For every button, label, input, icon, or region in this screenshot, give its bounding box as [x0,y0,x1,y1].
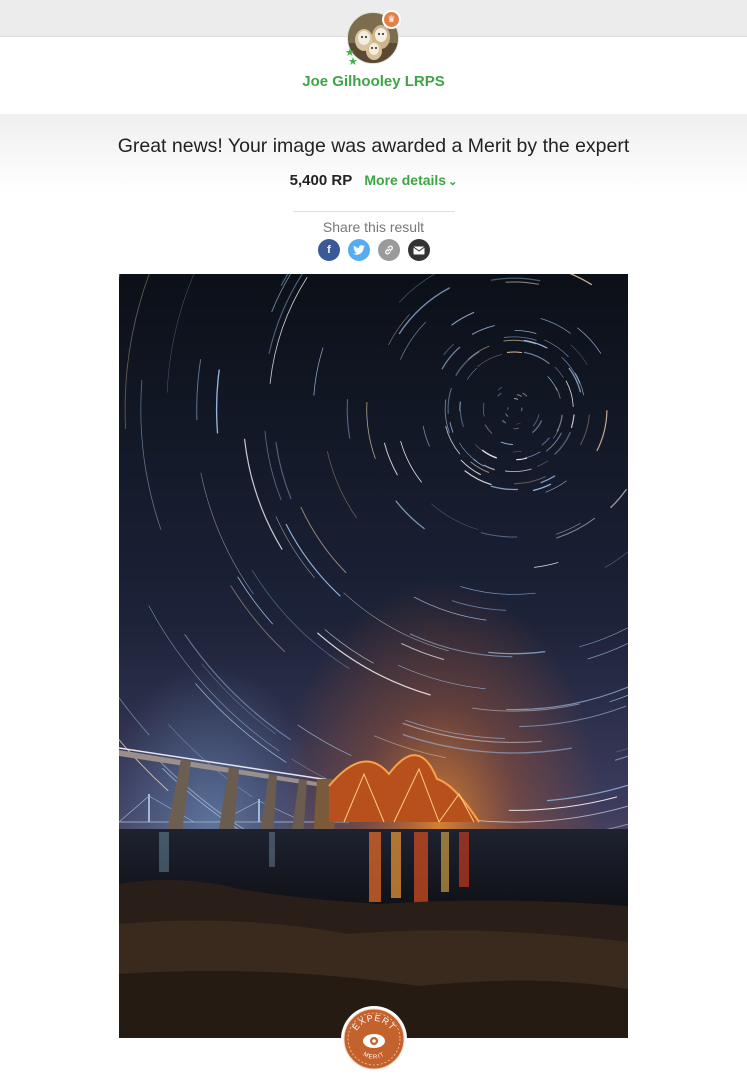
stars-icon: ★ ★ [345,47,358,68]
expert-merit-badge: EXPERT MERIT [340,1005,408,1073]
submitted-photo[interactable] [119,274,628,1038]
chevron-down-icon: ⌄ [448,176,458,188]
user-avatar[interactable]: ♛ ★ ★ [345,10,401,68]
email-icon[interactable] [408,239,430,261]
points-row: 5,400 RP More details ⌄ [0,172,747,189]
more-details-label: More details [364,172,447,188]
username-link[interactable]: Joe Gilhooley LRPS [0,73,747,90]
link-icon[interactable] [378,239,400,261]
result-headline: Great news! Your image was awarded a Mer… [117,135,630,157]
rp-value: 5,400 RP [289,172,353,189]
divider [293,211,455,212]
share-icons: f [318,239,430,261]
more-details-link[interactable]: More details ⌄ [364,172,457,188]
twitter-icon[interactable] [348,239,370,261]
facebook-icon[interactable]: f [318,239,340,261]
share-label: Share this result [322,219,425,235]
crown-icon: ♛ [382,10,401,29]
